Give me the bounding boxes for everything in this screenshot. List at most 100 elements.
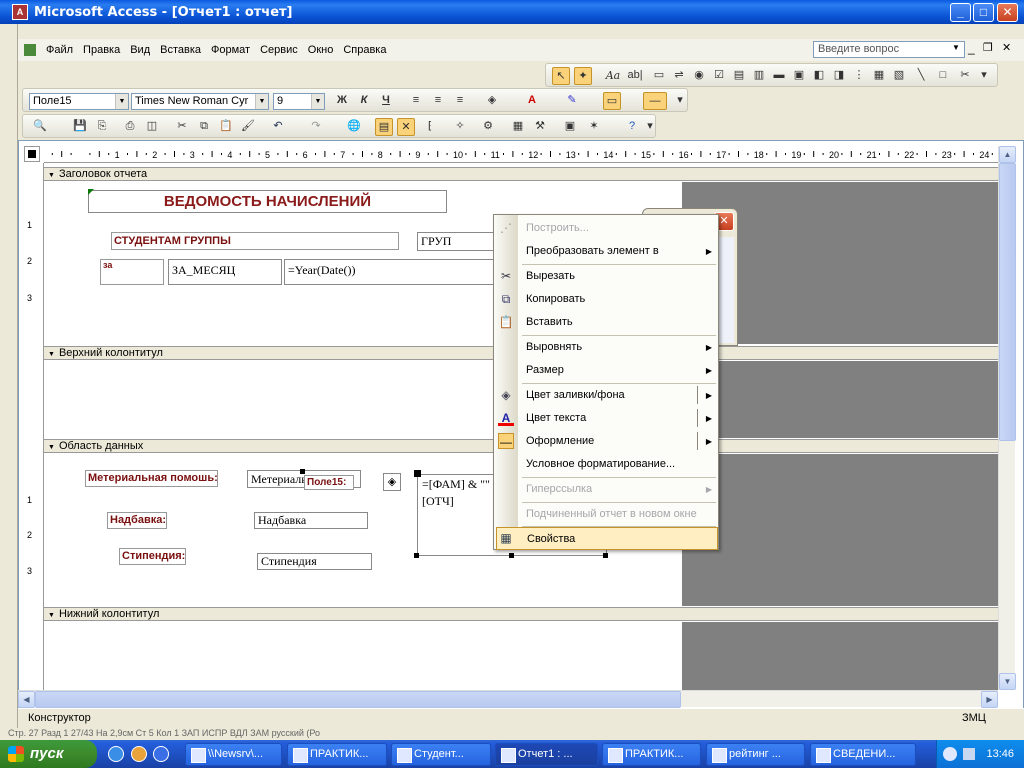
unbound-frame-icon[interactable]: ◧: [810, 67, 828, 85]
chevron-down-icon[interactable]: ▼: [311, 94, 324, 109]
build-icon[interactable]: ⚒: [531, 118, 549, 136]
font-color-icon[interactable]: A: [523, 92, 541, 110]
toggle-button-icon[interactable]: ⇌: [670, 67, 688, 85]
network-icon[interactable]: [963, 748, 975, 760]
toolbar-options-icon[interactable]: ▾: [675, 92, 685, 110]
media-quicklaunch-icon[interactable]: [131, 746, 147, 762]
horizontal-scrollbar[interactable]: ◀ ▶: [18, 690, 998, 708]
tab-control-icon[interactable]: ▦: [870, 67, 888, 85]
section-page-footer[interactable]: Нижний колонтитул: [44, 607, 998, 621]
browser-quicklaunch-icon[interactable]: [153, 746, 169, 762]
hyperlink-icon[interactable]: 🌐: [345, 118, 363, 136]
scroll-down-icon[interactable]: ▼: [999, 673, 1016, 690]
underline-button[interactable]: Ч: [377, 92, 395, 110]
more-controls-icon[interactable]: ✂: [956, 67, 974, 85]
material-aid-label[interactable]: Метериальная помошь:: [85, 470, 218, 487]
bonus-field[interactable]: Надбавка: [254, 512, 368, 529]
help-dropdown-arrow-icon[interactable]: ▼: [952, 43, 960, 52]
start-button[interactable]: пуск: [0, 740, 97, 768]
image-tool-icon[interactable]: ▣: [790, 67, 808, 85]
vertical-scrollbar[interactable]: ▲ ▼: [998, 146, 1016, 690]
menu-align[interactable]: Выровнять ▶: [518, 336, 718, 359]
page-break-icon[interactable]: ⋮: [850, 67, 868, 85]
menu-copy[interactable]: Копировать: [518, 288, 718, 311]
menu-help[interactable]: Справка: [343, 44, 386, 56]
format-painter-icon[interactable]: 🖌: [239, 118, 257, 136]
autoformat-icon[interactable]: ✧: [451, 118, 469, 136]
menu-fill-color[interactable]: Цвет заливки/фона ▶: [518, 384, 718, 407]
selection-handle[interactable]: [603, 553, 608, 558]
save-icon[interactable]: 💾: [71, 118, 89, 136]
doc-close-icon[interactable]: ✕: [1002, 41, 1011, 54]
field-list-icon[interactable]: ▤: [375, 118, 393, 136]
option-button-icon[interactable]: ◉: [690, 67, 708, 85]
stipend-field[interactable]: Стипендия: [257, 553, 372, 570]
undo-icon[interactable]: ↶: [269, 118, 287, 136]
control-wizards-icon[interactable]: ✦: [574, 67, 592, 85]
task-newsrv[interactable]: \\Newsrv\...: [185, 743, 282, 766]
scroll-right-icon[interactable]: ▶: [981, 691, 998, 708]
ie-quicklaunch-icon[interactable]: [108, 746, 124, 762]
checkbox-tool-icon[interactable]: ☑: [710, 67, 728, 85]
month-field[interactable]: ЗА_МЕСЯЦ: [168, 259, 282, 285]
minimize-button[interactable]: _: [950, 3, 971, 22]
font-size-combo[interactable]: 9 ▼: [273, 93, 325, 110]
menu-conditional-formatting[interactable]: Условное форматирование...: [518, 453, 718, 476]
section-report-header[interactable]: Заголовок отчета: [44, 167, 998, 181]
toolbar-options-icon[interactable]: ▾: [978, 67, 990, 85]
fill-color-icon[interactable]: ◈: [483, 92, 501, 110]
sorting-grouping-icon[interactable]: ⁅: [421, 118, 439, 136]
database-window-icon[interactable]: ▣: [561, 118, 579, 136]
selection-handle[interactable]: [509, 553, 514, 558]
menu-font-color[interactable]: Цвет текста ▶: [518, 407, 718, 430]
line-tool-icon[interactable]: ╲: [912, 67, 930, 85]
students-group-label[interactable]: СТУДЕНТАМ ГРУППЫ: [111, 232, 399, 250]
menu-size[interactable]: Размер ▶: [518, 359, 718, 382]
textbox-tool-icon[interactable]: ab|: [624, 67, 646, 85]
paste-icon[interactable]: 📋: [217, 118, 235, 136]
menu-cut[interactable]: Вырезать: [518, 265, 718, 288]
menu-change-to[interactable]: Преобразовать элемент в ▶: [518, 240, 718, 263]
list-box-icon[interactable]: ▥: [750, 67, 768, 85]
menu-file[interactable]: Файл: [46, 44, 73, 56]
year-expression-field[interactable]: =Year(Date()): [284, 259, 496, 285]
object-combo[interactable]: Поле15 ▼: [29, 93, 129, 110]
label-tool-icon[interactable]: Aa: [604, 67, 622, 85]
close-button[interactable]: ✕: [997, 3, 1018, 22]
hscroll-thumb[interactable]: [35, 691, 681, 708]
menu-build[interactable]: Построить...: [518, 217, 718, 240]
access-app-icon[interactable]: A: [12, 4, 28, 20]
properties-icon[interactable]: ▦: [509, 118, 527, 136]
align-left-icon[interactable]: ≡: [407, 92, 425, 110]
selection-handle[interactable]: [414, 553, 419, 558]
menu-view[interactable]: Вид: [130, 44, 150, 56]
help-icon[interactable]: ?: [623, 118, 641, 136]
chevron-down-icon[interactable]: ▼: [255, 94, 268, 109]
za-label[interactable]: за: [100, 259, 164, 285]
help-search-input[interactable]: Введите вопрос: [813, 41, 965, 58]
document-icon[interactable]: [24, 44, 36, 56]
combo-box-icon[interactable]: ▤: [730, 67, 748, 85]
task-students[interactable]: Студент...: [391, 743, 491, 766]
doc-restore-icon[interactable]: ❐: [983, 41, 993, 54]
line-color-icon[interactable]: ✎: [563, 92, 581, 110]
code-icon[interactable]: ⚙: [479, 118, 497, 136]
clock[interactable]: 13:46: [986, 748, 1014, 760]
smart-tag-icon[interactable]: ◈: [383, 473, 401, 491]
copy-icon[interactable]: ⧉: [195, 118, 213, 136]
toolbar-options-icon[interactable]: ▾: [645, 118, 655, 136]
bonus-label[interactable]: Надбавка:: [107, 512, 167, 529]
option-group-icon[interactable]: ▭: [650, 67, 668, 85]
task-practicum-2[interactable]: ПРАКТИК...: [602, 743, 701, 766]
properties-scrollbar[interactable]: [718, 237, 734, 343]
view-icon[interactable]: 🔍: [31, 118, 49, 136]
command-button-icon[interactable]: ▬: [770, 67, 788, 85]
special-effect-icon[interactable]: —: [643, 92, 667, 110]
menu-hyperlink[interactable]: Гиперссылка ▶: [518, 478, 718, 501]
print-icon[interactable]: ⎙: [121, 118, 139, 136]
bound-frame-icon[interactable]: ◨: [830, 67, 848, 85]
task-report1[interactable]: Отчет1 : ...: [495, 743, 598, 766]
menu-edit[interactable]: Правка: [83, 44, 120, 56]
report-title-label[interactable]: ВЕДОМОСТЬ НАЧИСЛЕНИЙ: [88, 190, 447, 213]
doc-minimize-icon[interactable]: _: [968, 41, 975, 55]
